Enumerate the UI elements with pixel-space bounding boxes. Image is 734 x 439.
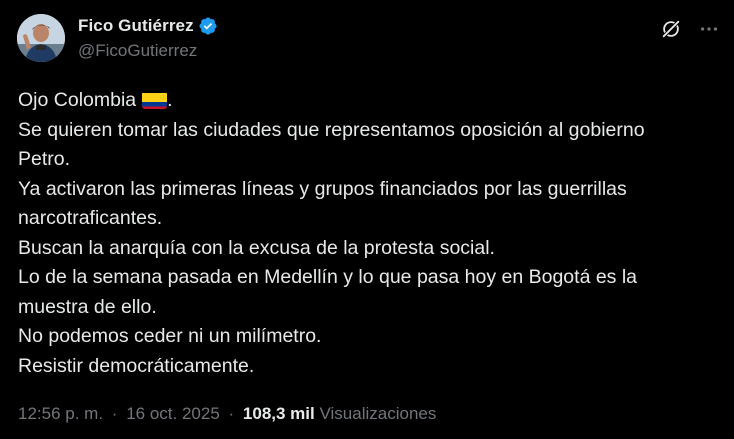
tweet-text-line: Petro. [18, 148, 71, 170]
name-row: Fico Gutiérrez [78, 15, 218, 37]
tweet-text-segment: . [167, 89, 173, 111]
colombia-flag-emoji [142, 91, 168, 109]
tweet-text: Ojo Colombia. Se quieren tomar las ciuda… [18, 86, 718, 381]
author-block: Fico Gutiérrez @FicoGutierrez [78, 15, 218, 61]
tweet-text-line: Ojo Colombia. [18, 86, 718, 116]
views-label: Visualizaciones [319, 404, 437, 423]
handle[interactable]: @FicoGutierrez [78, 41, 218, 61]
tweet-text-line: Buscan la anarquía con la excusa de la p… [18, 236, 495, 259]
grok-icon[interactable] [660, 18, 682, 40]
tweet-text-line: Ya activaron las primeras líneas y grupo… [18, 177, 627, 200]
views-count[interactable]: 108,3 mil [243, 404, 315, 423]
tweet-actions-top [660, 18, 720, 40]
tweet-text-segment: Ojo Colombia [18, 89, 137, 111]
tweet: Fico Gutiérrez @FicoGutierrez Ojo Colomb… [0, 0, 734, 439]
more-options-icon[interactable] [698, 18, 720, 40]
avatar-image [17, 14, 65, 62]
tweet-text-line: narcotraficantes. [18, 207, 163, 229]
tweet-text-line: No podemos ceder ni un milímetro. [18, 325, 322, 347]
display-name[interactable]: Fico Gutiérrez [78, 16, 194, 36]
tweet-text-line: Resistir democráticamente. [18, 354, 255, 377]
verified-badge-icon[interactable] [198, 16, 218, 36]
avatar[interactable] [17, 14, 65, 62]
tweet-meta: 12:56 p. m. · 16 oct. 2025 · 108,3 mil V… [18, 404, 436, 424]
tweet-time[interactable]: 12:56 p. m. [18, 404, 103, 423]
tweet-text-line: Se quieren tomar las ciudades que repres… [18, 118, 645, 141]
tweet-text-line: muestra de ello. [18, 295, 157, 318]
tweet-date[interactable]: 16 oct. 2025 [126, 404, 220, 423]
separator: · [228, 404, 235, 423]
separator: · [111, 404, 118, 423]
tweet-text-line: Lo de la semana pasada en Medellín y lo … [18, 266, 638, 288]
